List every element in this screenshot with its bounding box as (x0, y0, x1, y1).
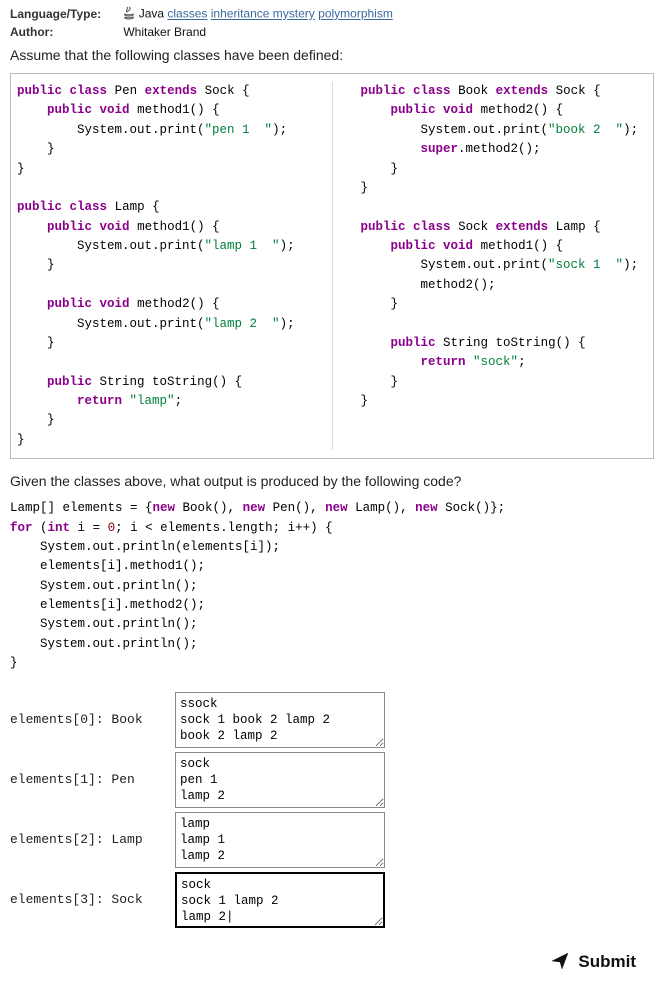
author-label: Author: (10, 25, 120, 39)
answer-label: elements[3]: Sock (10, 892, 175, 907)
driver-code: Lamp[] elements = {new Book(), new Pen()… (10, 499, 654, 673)
author-row: Author: Whitaker Brand (10, 25, 654, 39)
question-text: Given the classes above, what output is … (10, 473, 654, 489)
tag-link[interactable]: inheritance mystery (211, 7, 315, 21)
answer-input-0[interactable] (175, 692, 385, 748)
code-left-column: public class Pen extends Sock { public v… (17, 82, 304, 450)
code-column-divider (332, 82, 333, 450)
submit-label: Submit (578, 952, 636, 971)
answer-label: elements[1]: Pen (10, 772, 175, 787)
language-type-label: Language/Type: (10, 7, 120, 21)
author-value: Whitaker Brand (123, 25, 206, 39)
tags-container: classes inheritance mystery polymorphism (167, 7, 392, 21)
intro-text: Assume that the following classes have b… (10, 47, 654, 63)
tag-link[interactable]: polymorphism (318, 7, 393, 21)
answer-row-1: elements[1]: Pen (10, 752, 654, 808)
submit-button[interactable]: Submit (534, 946, 654, 978)
answers-section: elements[0]: Book elements[1]: Pen eleme… (10, 692, 654, 928)
paper-plane-icon (552, 952, 579, 971)
answer-row-0: elements[0]: Book (10, 692, 654, 748)
java-icon (123, 6, 135, 23)
answer-input-3[interactable] (175, 872, 385, 928)
class-definitions-code: public class Pen extends Sock { public v… (10, 73, 654, 459)
tag-link[interactable]: classes (167, 7, 207, 21)
code-right-column: public class Book extends Sock { public … (361, 82, 648, 411)
language-type-row: Language/Type: Java classes inheritance … (10, 6, 654, 23)
language-name: Java (139, 7, 164, 21)
answer-label: elements[0]: Book (10, 712, 175, 727)
answer-input-1[interactable] (175, 752, 385, 808)
answer-row-2: elements[2]: Lamp (10, 812, 654, 868)
answer-input-2[interactable] (175, 812, 385, 868)
answer-row-3: elements[3]: Sock (10, 872, 654, 928)
answer-label: elements[2]: Lamp (10, 832, 175, 847)
